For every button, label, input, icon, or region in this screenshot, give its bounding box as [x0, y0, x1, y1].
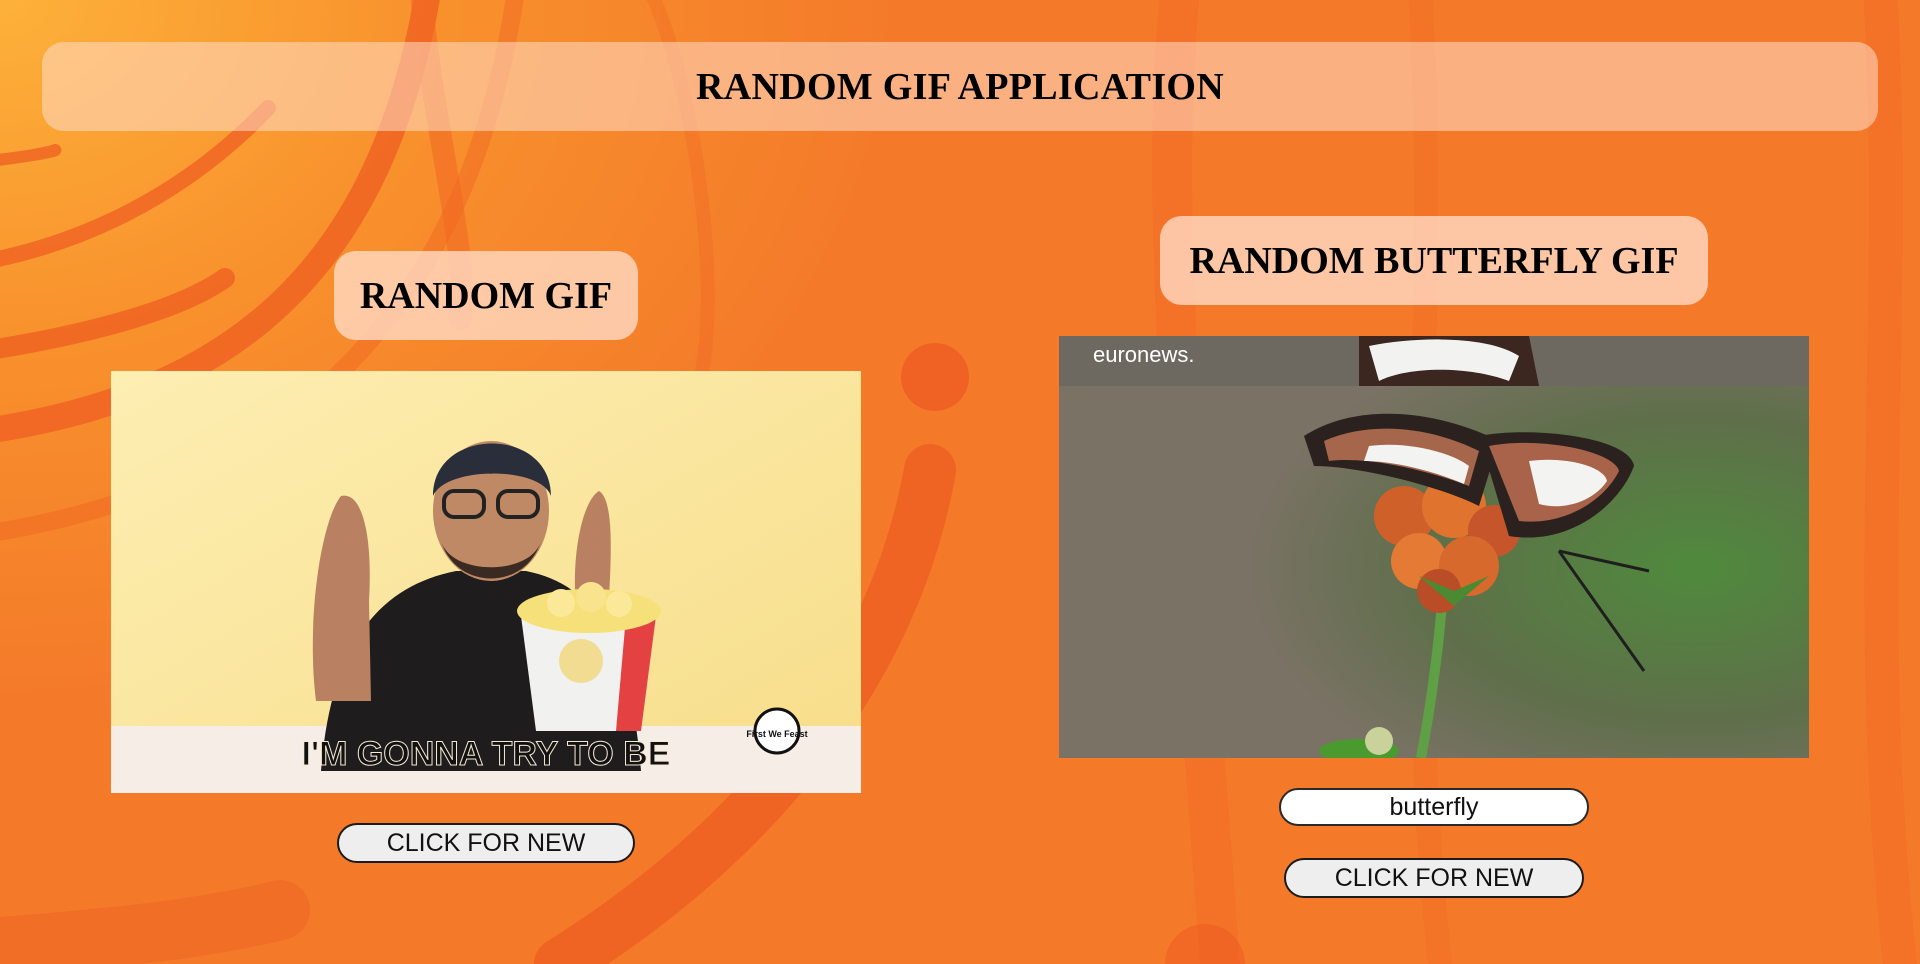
tag-search-input[interactable] — [1279, 788, 1589, 826]
app-title: RANDOM GIF APPLICATION — [695, 65, 1225, 108]
euronews-watermark: euronews. — [1093, 342, 1195, 367]
butterfly-click-for-new-button[interactable]: CLICK FOR NEW — [1284, 858, 1584, 898]
random-click-for-new-button[interactable]: CLICK FOR NEW — [337, 823, 635, 863]
butterfly-gif-image: euronews. — [1059, 336, 1809, 758]
butterfly-gif-title: RANDOM BUTTERFLY GIF — [1160, 216, 1708, 305]
app-header: RANDOM GIF APPLICATION — [42, 42, 1878, 131]
gif-caption: I'M GONNA TRY TO BE — [302, 735, 671, 773]
random-gif-title: RANDOM GIF — [334, 251, 638, 340]
gif-watermark-badge: First We Feast — [746, 729, 807, 739]
random-gif-image: First We Feast I'M GONNA TRY TO BE — [111, 371, 861, 793]
